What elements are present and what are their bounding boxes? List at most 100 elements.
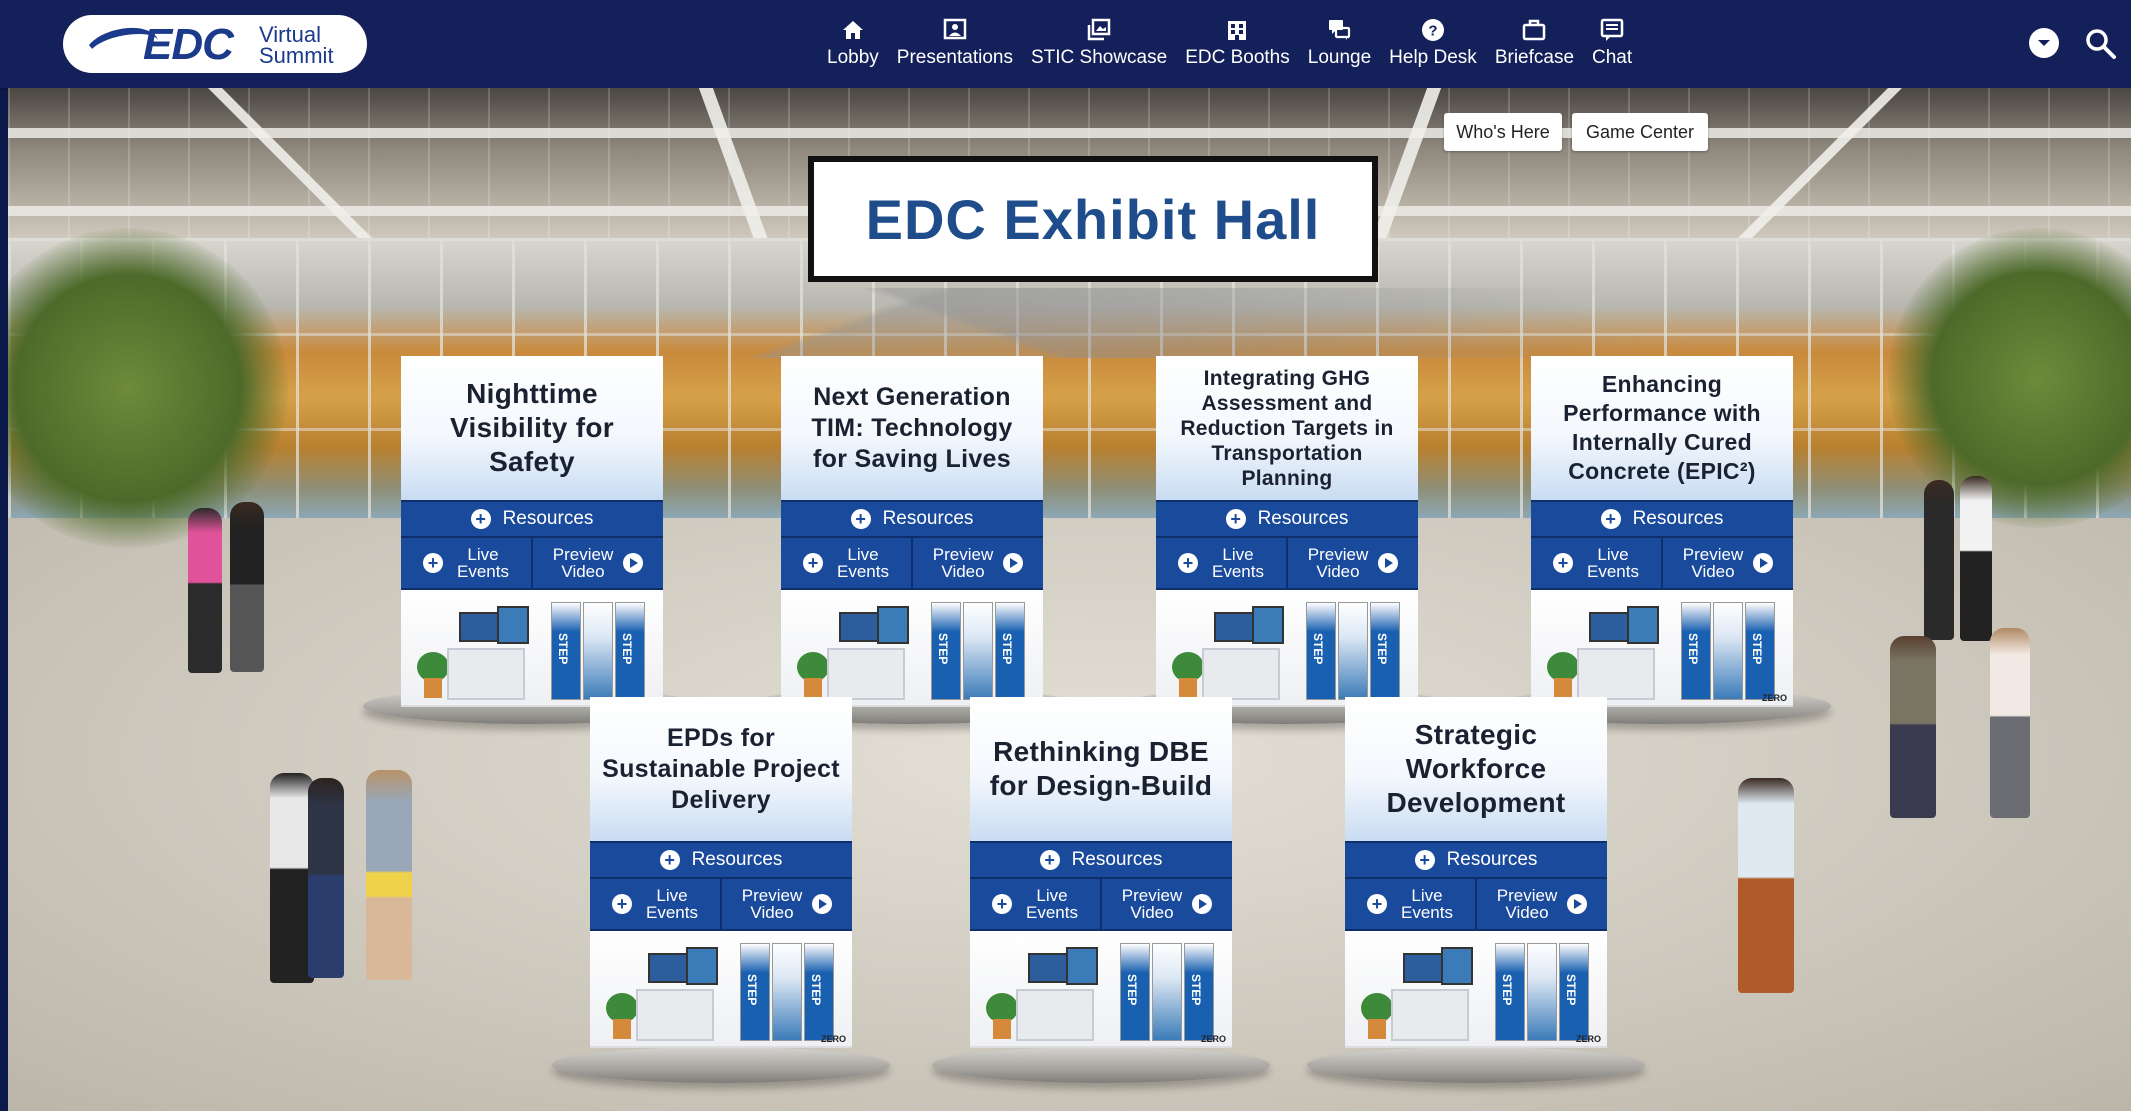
- visitor-figure: [1924, 480, 1954, 640]
- zero-brand-mark: ZERO: [1575, 1034, 1601, 1044]
- nav-edc-booths[interactable]: EDC Booths: [1176, 0, 1299, 86]
- preview-video-button[interactable]: Preview Video: [911, 538, 1043, 588]
- pot-graphic: [613, 1019, 631, 1039]
- nav-lobby[interactable]: Lobby: [818, 0, 888, 86]
- nav-stic-showcase-label: STIC Showcase: [1030, 47, 1168, 68]
- screen-graphic: [1252, 606, 1284, 644]
- preview-video-button[interactable]: Preview Video: [1286, 538, 1418, 588]
- banner-graphic: STEP: [931, 602, 961, 700]
- booth-header[interactable]: Next Generation TIM: Technology for Savi…: [781, 356, 1043, 500]
- live-events-button[interactable]: + Live Events: [590, 879, 720, 929]
- banner-graphic: [1713, 602, 1743, 700]
- visitor-figure: [1738, 778, 1794, 993]
- preview-video-label: Preview Video: [1121, 886, 1183, 922]
- pot-graphic: [424, 678, 442, 698]
- booth-title: Enhancing Performance with Internally Cu…: [1563, 371, 1761, 484]
- logo-subtitle-line2: Summit: [259, 43, 334, 68]
- booth-preview-image[interactable]: STEP STEP: [401, 590, 663, 707]
- screen-graphic: [1589, 612, 1629, 642]
- whos-here-button[interactable]: Who's Here: [1444, 113, 1562, 151]
- banner-graphic: [963, 602, 993, 700]
- plus-circle-icon: +: [1367, 894, 1387, 914]
- showcase-icon: [1087, 18, 1111, 41]
- screen-graphic: [1441, 947, 1473, 985]
- banner-graphic: [772, 943, 802, 1041]
- edc-virtual-summit-logo[interactable]: EDC Virtual Summit: [63, 15, 367, 76]
- resources-button[interactable]: + Resources: [1345, 841, 1607, 879]
- kiosk-graphic: [636, 989, 714, 1041]
- booth-platform: [932, 1047, 1270, 1083]
- nav-stic-showcase[interactable]: STIC Showcase: [1022, 0, 1176, 86]
- booth-rethinking-dbe: Rethinking DBE for Design-Build + Resourc…: [932, 697, 1270, 1083]
- profile-dropdown-button[interactable]: [2029, 28, 2059, 58]
- screen-graphic: [1403, 953, 1443, 983]
- booth-title: Strategic Workforce Development: [1386, 719, 1566, 818]
- resources-button[interactable]: + Resources: [781, 500, 1043, 538]
- kiosk-graphic: [1391, 989, 1469, 1041]
- resources-button[interactable]: + Resources: [970, 841, 1232, 879]
- nav-help-desk[interactable]: ? Help Desk: [1380, 0, 1486, 86]
- live-events-button[interactable]: + Live Events: [781, 538, 911, 588]
- banner-graphic: STEP: [551, 602, 581, 700]
- preview-video-button[interactable]: Preview Video: [720, 879, 852, 929]
- booth-integrating-ghg: Integrating GHG Assessment and Reduction…: [1118, 356, 1456, 724]
- banner-graphic: STEP: [1681, 602, 1711, 700]
- nav-lounge-label: Lounge: [1307, 47, 1372, 68]
- search-icon[interactable]: [2083, 26, 2117, 60]
- resources-button[interactable]: + Resources: [590, 841, 852, 879]
- nav-lobby-label: Lobby: [827, 47, 879, 68]
- preview-video-button[interactable]: Preview Video: [531, 538, 663, 588]
- booth-title: Rethinking DBE for Design-Build: [989, 736, 1213, 801]
- booth-header[interactable]: EPDs for Sustainable Project Delivery: [590, 697, 852, 841]
- live-events-label: Live Events: [457, 545, 509, 581]
- booth-action-row: + Live Events Preview Video: [1345, 879, 1607, 931]
- nav-presentations-label: Presentations: [896, 47, 1013, 68]
- nav-lounge[interactable]: Lounge: [1299, 0, 1380, 86]
- booth-preview-image[interactable]: STEP STEP ZERO: [1531, 590, 1793, 707]
- nav-chat[interactable]: Chat: [1583, 0, 1641, 86]
- live-events-label: Live Events: [1212, 545, 1264, 581]
- plus-circle-icon: +: [1600, 509, 1621, 529]
- booth-preview-image[interactable]: STEP STEP ZERO: [970, 931, 1232, 1048]
- nav-briefcase[interactable]: Briefcase: [1486, 0, 1583, 86]
- preview-video-label: Preview Video: [1307, 545, 1369, 581]
- live-events-label: Live Events: [1026, 886, 1078, 922]
- live-events-button[interactable]: + Live Events: [970, 879, 1100, 929]
- resources-button[interactable]: + Resources: [401, 500, 663, 538]
- pot-graphic: [804, 678, 822, 698]
- live-events-button[interactable]: + Live Events: [401, 538, 531, 588]
- resources-label: Resources: [1071, 849, 1163, 870]
- play-circle-icon: [623, 553, 644, 573]
- booth-preview-image[interactable]: STEP STEP: [781, 590, 1043, 707]
- booth-header[interactable]: Integrating GHG Assessment and Reduction…: [1156, 356, 1418, 500]
- ceiling-bar: [8, 128, 2131, 138]
- live-events-button[interactable]: + Live Events: [1156, 538, 1286, 588]
- booth-header[interactable]: Nighttime Visibility for Safety: [401, 356, 663, 500]
- plus-circle-icon: +: [850, 509, 871, 529]
- presentation-icon: [943, 18, 967, 40]
- screen-graphic: [877, 606, 909, 644]
- hall-sign: EDC Exhibit Hall: [808, 156, 1378, 282]
- live-events-button[interactable]: + Live Events: [1345, 879, 1475, 929]
- booth-preview-image[interactable]: STEP STEP ZERO: [590, 931, 852, 1048]
- game-center-button[interactable]: Game Center: [1572, 113, 1708, 151]
- preview-video-button[interactable]: Preview Video: [1100, 879, 1232, 929]
- booth-preview-image[interactable]: STEP STEP: [1156, 590, 1418, 707]
- preview-video-button[interactable]: Preview Video: [1661, 538, 1793, 588]
- booth-title: Integrating GHG Assessment and Reduction…: [1180, 366, 1394, 490]
- banner-text: STEP: [809, 974, 823, 1006]
- nav-presentations[interactable]: Presentations: [888, 0, 1022, 86]
- plus-circle-icon: +: [1553, 553, 1573, 573]
- booth-header[interactable]: Strategic Workforce Development: [1345, 697, 1607, 841]
- live-events-button[interactable]: + Live Events: [1531, 538, 1661, 588]
- booth-preview-image[interactable]: STEP STEP ZERO: [1345, 931, 1607, 1048]
- banner-text: STEP: [1500, 974, 1514, 1006]
- svg-text:?: ?: [1428, 23, 1437, 40]
- resources-button[interactable]: + Resources: [1531, 500, 1793, 538]
- booth-action-row: + Live Events Preview Video: [1156, 538, 1418, 590]
- booth-header[interactable]: Enhancing Performance with Internally Cu…: [1531, 356, 1793, 500]
- preview-video-button[interactable]: Preview Video: [1475, 879, 1607, 929]
- plus-circle-icon: +: [659, 850, 680, 870]
- resources-button[interactable]: + Resources: [1156, 500, 1418, 538]
- booth-header[interactable]: Rethinking DBE for Design-Build: [970, 697, 1232, 841]
